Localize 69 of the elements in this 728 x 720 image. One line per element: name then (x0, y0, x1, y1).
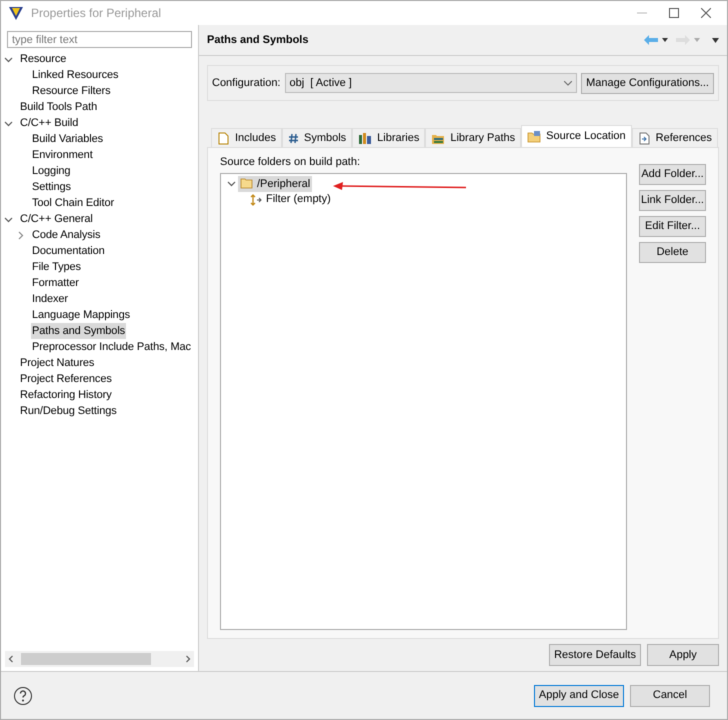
tree-item[interactable]: Run/Debug Settings (19, 403, 118, 419)
page-action-button[interactable]: Apply (647, 644, 719, 666)
tree-item[interactable]: Filter (empty) (266, 191, 331, 208)
tree-item[interactable]: Code Analysis (31, 227, 102, 243)
scroll-left-icon[interactable] (7, 655, 15, 663)
tree-item[interactable]: Project Natures (19, 355, 96, 371)
tree-item[interactable]: Formatter (31, 275, 80, 291)
filter-field[interactable]: type filter text (7, 31, 192, 48)
maximize-icon[interactable] (669, 8, 679, 18)
tree-item[interactable]: Project References (19, 371, 113, 387)
tree-item[interactable]: C/C++ General (19, 211, 94, 227)
tab[interactable]: Libraries (352, 128, 426, 147)
window-title: Properties for Peripheral (31, 5, 162, 22)
tree-item[interactable]: Documentation (31, 243, 106, 259)
tree-item[interactable]: Settings (31, 179, 72, 195)
page-action-button[interactable]: Restore Defaults (549, 644, 641, 666)
tree-item[interactable]: Resource (19, 51, 68, 67)
dialog-button[interactable]: Apply and Close (534, 684, 624, 706)
tree-item[interactable]: /Peripheral (238, 176, 312, 192)
tree-item[interactable]: C/C++ Build (19, 115, 80, 131)
folder-action-button[interactable]: Edit Filter... (639, 216, 706, 237)
configuration-label: Configuration: (212, 76, 280, 91)
tab[interactable]: Includes (211, 128, 282, 147)
help-icon[interactable] (13, 686, 33, 706)
tab[interactable]: Source Location (521, 125, 632, 147)
tree-item[interactable]: Tool Chain Editor (31, 195, 116, 211)
folder-action-button[interactable]: Link Folder... (639, 190, 706, 211)
filter-arrows-icon (250, 194, 262, 206)
tree-item[interactable]: Logging (31, 163, 72, 179)
chevron-down-icon[interactable] (4, 118, 13, 128)
horizontal-scrollbar[interactable] (5, 651, 194, 667)
scroll-right-icon[interactable] (184, 655, 192, 663)
file-icon (217, 132, 230, 144)
tree-item[interactable]: Language Mappings (31, 307, 131, 323)
folder-action-button[interactable]: Add Folder... (639, 164, 706, 185)
tree-item[interactable]: Build Variables (31, 131, 104, 147)
tab[interactable]: Symbols (282, 128, 352, 147)
app-logo-icon (9, 6, 23, 20)
chevron-down-icon[interactable] (4, 214, 13, 224)
folder-icon (240, 178, 253, 189)
chevron-right-icon[interactable] (16, 230, 25, 240)
hash-icon (288, 132, 299, 144)
page-title: Paths and Symbols (207, 32, 308, 48)
menu-dropdown-icon[interactable] (712, 38, 719, 42)
source-folders-label: Source folders on build path: (220, 155, 362, 170)
chevron-down-icon[interactable] (4, 54, 13, 64)
tree-item[interactable]: Environment (31, 147, 94, 163)
tree-item[interactable]: Paths and Symbols (31, 323, 126, 339)
tab[interactable]: References (632, 128, 718, 147)
close-icon[interactable] (701, 8, 711, 18)
tab[interactable]: Library Paths (425, 128, 522, 147)
dialog-button[interactable]: Cancel (630, 684, 710, 706)
folder-icon (527, 130, 542, 143)
tree-item[interactable]: Linked Resources (31, 67, 120, 83)
tree-item[interactable]: Resource Filters (31, 83, 112, 99)
configuration-dropdown[interactable]: obj [ Active ] (284, 73, 578, 93)
tree-item[interactable]: File Types (31, 259, 82, 275)
manage-configurations-button[interactable]: Manage Configurations... (581, 72, 714, 94)
document-arrow-icon (638, 132, 651, 144)
tree-item[interactable]: Build Tools Path (19, 99, 98, 115)
chevron-down-icon (564, 80, 572, 86)
scrollbar-thumb[interactable] (21, 653, 151, 665)
tree-item[interactable]: Refactoring History (19, 387, 113, 403)
folder-action-button[interactable]: Delete (639, 242, 706, 263)
tree-item[interactable]: Indexer (31, 291, 69, 307)
books-icon (358, 132, 372, 144)
dropdown-icon[interactable] (662, 38, 668, 42)
chevron-down-icon[interactable] (227, 179, 236, 188)
tree-item[interactable]: Preprocessor Include Paths, Mac (31, 339, 192, 355)
